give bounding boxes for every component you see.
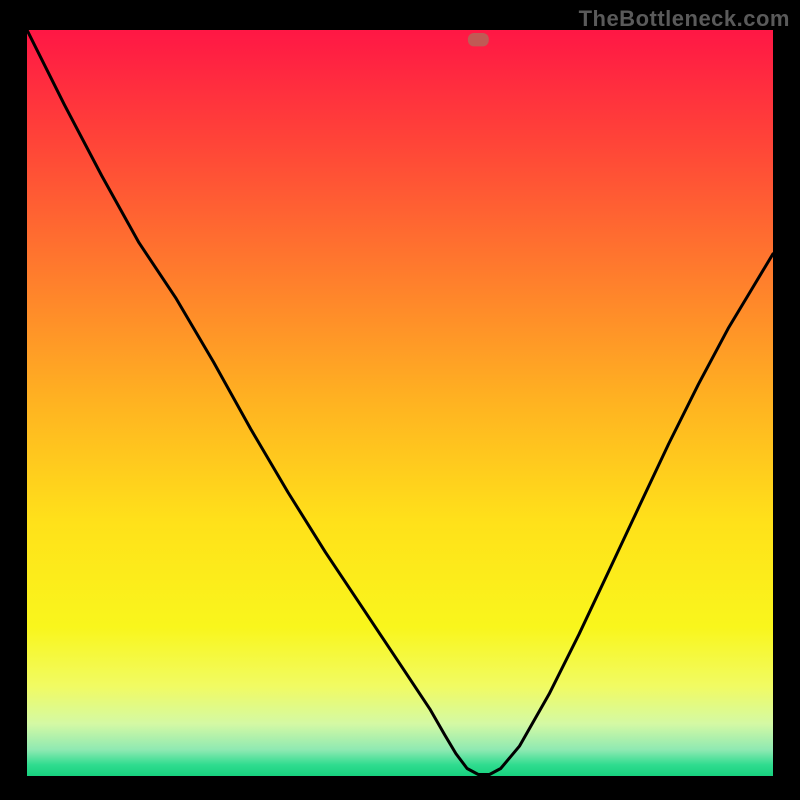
optimum-marker bbox=[468, 33, 489, 46]
bottleneck-plot bbox=[27, 30, 773, 776]
watermark-text: TheBottleneck.com bbox=[579, 6, 790, 32]
chart-frame: TheBottleneck.com bbox=[0, 0, 800, 800]
